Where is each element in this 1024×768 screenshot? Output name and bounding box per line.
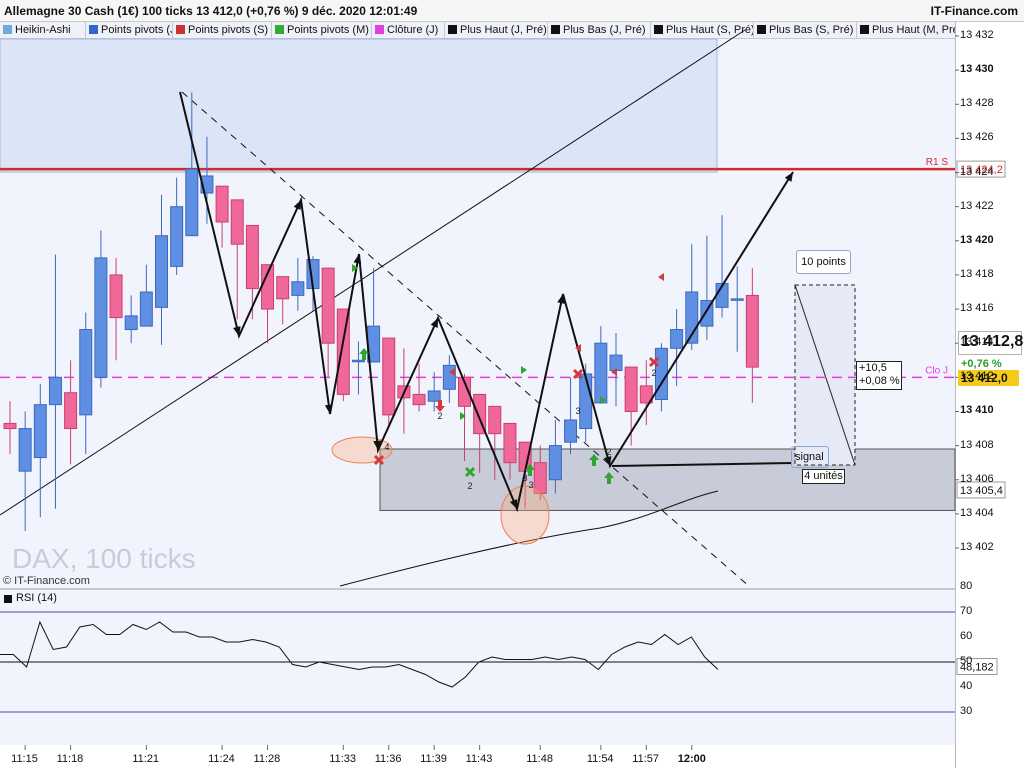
time-tick-label: 11:57 [632, 753, 660, 765]
time-tick-label: 11:36 [374, 753, 402, 765]
candle-body [215, 185, 229, 223]
price-tick-label: 13 412 [960, 370, 994, 383]
candle-body [48, 376, 62, 406]
wave-number: 2 [606, 447, 611, 457]
rsi-line [0, 620, 719, 688]
candle-body [245, 224, 259, 290]
wave-number: 3 [522, 473, 527, 483]
signal-zone [379, 448, 956, 511]
candle-body [291, 281, 305, 296]
time-tick-label: 11:24 [208, 753, 235, 765]
candle-body [155, 235, 168, 308]
price-tick-label: 13 430 [960, 63, 994, 76]
wave-number: 3 [528, 480, 533, 490]
time-tick-label: 11:54 [586, 753, 614, 765]
candle-body [230, 199, 244, 245]
candle-body [503, 422, 517, 464]
signal-box[interactable]: signal [791, 446, 829, 468]
price-tick-label: 13 424 [960, 165, 994, 178]
wave-number: 2 [651, 368, 656, 378]
time-tick-label: 11:48 [526, 753, 553, 765]
highlight-zone [0, 38, 718, 173]
price-tick-label: 13 406 [960, 472, 994, 485]
candle-body [276, 276, 290, 300]
points-box[interactable]: 10 points [796, 250, 851, 274]
time-tick-label: 12:00 [677, 753, 706, 765]
units-box: 4 unités [802, 469, 845, 484]
price-tick-label: 13 416 [960, 302, 994, 315]
candle-body [609, 354, 623, 372]
change-box: +10,5 +0,08 % [856, 361, 902, 390]
wave-number: 4 [384, 442, 389, 452]
candle-body [745, 294, 759, 368]
buy-marker-icon [460, 412, 466, 420]
candle-body [412, 393, 426, 406]
price-tick-label: 13 418 [960, 267, 994, 280]
watermark: DAX, 100 ticks [12, 543, 196, 574]
candle-body [564, 419, 578, 443]
candle-body [3, 422, 17, 430]
rsi-tick-label: 50 [960, 655, 973, 667]
candle-body [33, 404, 47, 459]
candle-body [64, 392, 78, 430]
wave-number: 2 [437, 411, 442, 421]
price-tick-label: 13 408 [960, 438, 994, 451]
time-tick-label: 11:18 [56, 753, 84, 765]
candle-body [170, 206, 184, 267]
price-tick-label: 13 402 [960, 541, 994, 553]
wave-number: 2 [467, 481, 472, 491]
price-tick-label: 13 410 [960, 404, 994, 417]
price-tick-label: 13 426 [960, 131, 994, 144]
time-tick-label: 11:28 [253, 753, 281, 765]
price-tick-label: 13 420 [960, 233, 994, 246]
rsi-legend-swatch [4, 595, 12, 603]
buy-marker-icon [521, 366, 527, 374]
level-tag: 13 405,4 [960, 485, 1003, 497]
candle-body [579, 373, 593, 430]
sell-marker-icon [658, 273, 664, 281]
candle-body [382, 337, 396, 416]
rsi-tick-label: 40 [960, 680, 973, 692]
credit: © IT-Finance.com [3, 575, 90, 587]
rsi-tick-label: 80 [960, 580, 973, 592]
candle-body [730, 298, 744, 301]
time-tick-label: 11:15 [11, 753, 38, 765]
candle-body [670, 329, 684, 349]
candle-body [321, 267, 335, 344]
price-tick-label: 13 428 [960, 97, 994, 110]
candle-body [624, 366, 638, 412]
candle-body [139, 291, 153, 327]
time-tick-label: 11:21 [132, 753, 160, 765]
candle-body [548, 445, 562, 481]
level-label: Clo J [925, 365, 948, 376]
highlight-ellipse [500, 485, 550, 545]
level-label: R1 S [926, 157, 949, 168]
rsi-tick-label: 60 [960, 630, 973, 642]
time-tick-label: 11:43 [465, 753, 493, 765]
candle-body [594, 342, 608, 404]
candle-body [79, 329, 93, 416]
wave-number: 3 [575, 406, 580, 416]
change-readout: +0,76 % [961, 358, 1002, 370]
time-tick-label: 11:39 [420, 753, 447, 765]
price-tick-label: 13 404 [960, 506, 994, 519]
change-percent: +0,08 % [859, 375, 900, 387]
change-value: +10,5 [859, 362, 887, 374]
candle-body [94, 257, 108, 378]
candle-body [109, 274, 123, 319]
candle-body [488, 405, 502, 435]
price-tick-label: 13 414 [960, 336, 994, 349]
price-tick-label: 13 432 [960, 29, 994, 41]
candle-body [185, 168, 199, 237]
rsi-tick-label: 30 [960, 705, 973, 717]
candle-body [124, 315, 138, 331]
price-tick-label: 13 422 [960, 199, 994, 212]
rsi-tick-label: 70 [960, 605, 973, 617]
candle-body [427, 390, 441, 402]
time-tick-label: 11:33 [329, 753, 357, 765]
candle-body [351, 359, 365, 363]
candle-body [18, 428, 32, 472]
